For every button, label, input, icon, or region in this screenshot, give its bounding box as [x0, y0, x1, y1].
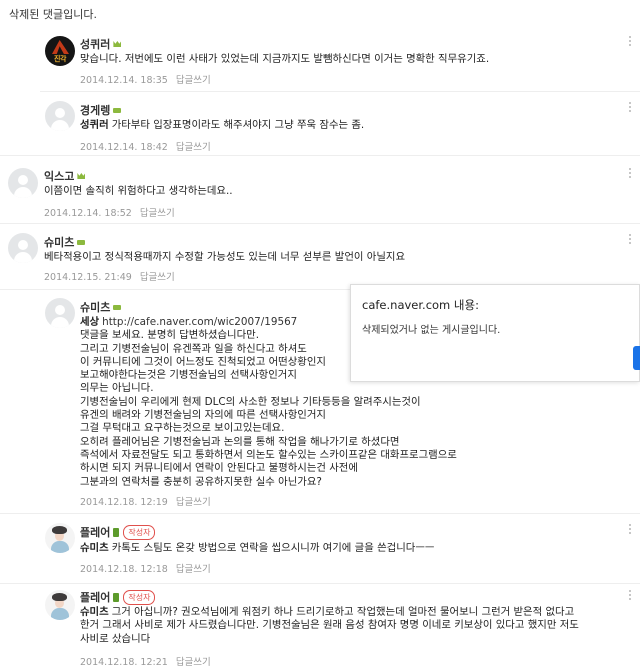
- comment-text: 맞습니다. 저번에도 이런 사태가 있었는데 지금까지도 발뺌하신다면 이거는 …: [80, 53, 490, 65]
- reply-link[interactable]: 답글쓰기: [176, 657, 211, 668]
- comment-meta: 2014.12.18. 12:19 답글쓰기: [80, 494, 211, 508]
- member-level-icon: [113, 41, 122, 47]
- avatar[interactable]: 진각: [45, 36, 75, 66]
- comment-text: 슈미츠 카톡도 스팀도 온갖 방법으로 연락을 씹으시니까 여기에 글을 쓴겁니다…: [80, 542, 435, 554]
- default-avatar-icon: [55, 305, 65, 315]
- comment-item: 플레어 작성자 슈미츠 카톡도 스팀도 온갖 방법으로 연락을 씹으시니까 여기에 …: [0, 514, 640, 584]
- default-avatar-icon: [18, 175, 28, 185]
- comment-nickname[interactable]: 성퀴러: [80, 36, 122, 52]
- alert-dialog: cafe.naver.com 내용: 삭제되었거나 없는 게시글입니다.: [350, 284, 640, 382]
- default-avatar-icon: [18, 240, 28, 250]
- alert-ok-button[interactable]: [633, 346, 640, 370]
- comment-item: 플레어 작성자 슈미츠 그거 아십니까? 권오석님에게 워점키 하나 드리기로하고 …: [0, 584, 640, 670]
- reply-link[interactable]: 답글쓰기: [176, 142, 211, 153]
- author-badge: 작성자: [123, 590, 156, 605]
- comment-date: 2014.12.15. 21:49: [44, 272, 132, 283]
- more-options-icon[interactable]: [628, 590, 632, 604]
- avatar[interactable]: [45, 523, 75, 553]
- more-options-icon[interactable]: [628, 168, 632, 182]
- member-level-icon: [77, 173, 86, 179]
- more-options-icon[interactable]: [628, 36, 632, 50]
- comment-meta: 2014.12.15. 21:49 답글쓰기: [44, 269, 175, 283]
- comment-meta: 2014.12.14. 18:42 답글쓰기: [80, 139, 211, 153]
- comment-nickname[interactable]: 익스고: [44, 168, 86, 184]
- post-link[interactable]: http://cafe.naver.com/wic2007/19567: [102, 316, 297, 328]
- mention-name[interactable]: 슈미츠: [80, 606, 109, 618]
- more-options-icon[interactable]: [628, 524, 632, 538]
- comment-nickname[interactable]: 슈미츠: [80, 299, 122, 315]
- comment-date: 2014.12.14. 18:35: [80, 75, 168, 86]
- comment-nickname[interactable]: 경게렝: [80, 102, 122, 118]
- mention-name[interactable]: 세상: [80, 316, 99, 328]
- deleted-comment-notice: 삭제된 댓글입니다.: [9, 8, 97, 21]
- member-level-icon: [113, 528, 120, 537]
- avatar[interactable]: [8, 168, 38, 198]
- member-level-icon: [113, 593, 120, 602]
- reply-link[interactable]: 답글쓰기: [140, 208, 175, 219]
- comment-item: 익스고 이쯤이면 솔직히 위험하다고 생각하는데요.. 2014.12.14. …: [0, 156, 640, 224]
- comment-meta: 2014.12.18. 12:18 답글쓰기: [80, 561, 211, 575]
- comment-nickname[interactable]: 플레어 작성자: [80, 524, 156, 540]
- avatar[interactable]: [8, 233, 38, 263]
- comment-date: 2014.12.14. 18:42: [80, 142, 168, 153]
- member-level-icon: [113, 305, 122, 310]
- comment-text: 슈미츠 그거 아십니까? 권오석님에게 워점키 하나 드리기로하고 작업했는데 얼…: [80, 606, 579, 645]
- comment-date: 2014.12.18. 12:21: [80, 657, 168, 668]
- default-avatar-icon: [55, 108, 65, 118]
- comment-item: 경게렝 성퀴러 가타부타 입장표명이라도 해주셔야지 그냥 쭈욱 잠수는 좀. 2…: [0, 92, 640, 156]
- comment-text: 이쯤이면 솔직히 위험하다고 생각하는데요..: [44, 185, 233, 197]
- avatar[interactable]: [45, 298, 75, 328]
- mention-name[interactable]: 성퀴러: [80, 119, 109, 131]
- profile-photo-icon: [52, 526, 67, 534]
- comment-item: 진각 성퀴러 맞습니다. 저번에도 이런 사태가 있었는데 지금까지도 발뺌하신…: [0, 30, 640, 92]
- author-badge: 작성자: [123, 525, 156, 540]
- more-options-icon[interactable]: [628, 102, 632, 116]
- reply-link[interactable]: 답글쓰기: [140, 272, 175, 283]
- comment-meta: 2014.12.14. 18:52 답글쓰기: [44, 205, 175, 219]
- comment-meta: 2014.12.18. 12:21 답글쓰기: [80, 654, 211, 668]
- comment-text: 베타적용이고 정식적용때까지 수정할 가능성도 있는데 너무 섣부른 발언이 아…: [44, 251, 405, 263]
- comment-nickname[interactable]: 슈미츠: [44, 234, 86, 250]
- reply-link[interactable]: 답글쓰기: [176, 564, 211, 575]
- comment-date: 2014.12.18. 12:19: [80, 497, 168, 508]
- mention-name[interactable]: 슈미츠: [80, 542, 109, 554]
- avatar[interactable]: [45, 101, 75, 131]
- alert-message: 삭제되었거나 없는 게시글입니다.: [362, 325, 501, 336]
- comment-date: 2014.12.14. 18:52: [44, 208, 132, 219]
- comment-nickname[interactable]: 플레어 작성자: [80, 589, 156, 605]
- member-level-icon: [113, 108, 122, 113]
- member-level-icon: [77, 240, 86, 245]
- comment-item: 슈미츠 베타적용이고 정식적용때까지 수정할 가능성도 있는데 너무 섣부른 발…: [0, 224, 640, 290]
- reply-link[interactable]: 답글쓰기: [176, 75, 211, 86]
- comment-date: 2014.12.18. 12:18: [80, 564, 168, 575]
- cafe-logo-icon: [52, 40, 69, 54]
- alert-title: cafe.naver.com 내용:: [362, 298, 479, 312]
- avatar[interactable]: [45, 590, 75, 620]
- more-options-icon[interactable]: [628, 234, 632, 248]
- profile-photo-icon: [52, 593, 67, 601]
- comment-text: 성퀴러 가타부타 입장표명이라도 해주셔야지 그냥 쭈욱 잠수는 좀.: [80, 119, 365, 131]
- reply-link[interactable]: 답글쓰기: [176, 497, 211, 508]
- comment-meta: 2014.12.14. 18:35 답글쓰기: [80, 72, 211, 86]
